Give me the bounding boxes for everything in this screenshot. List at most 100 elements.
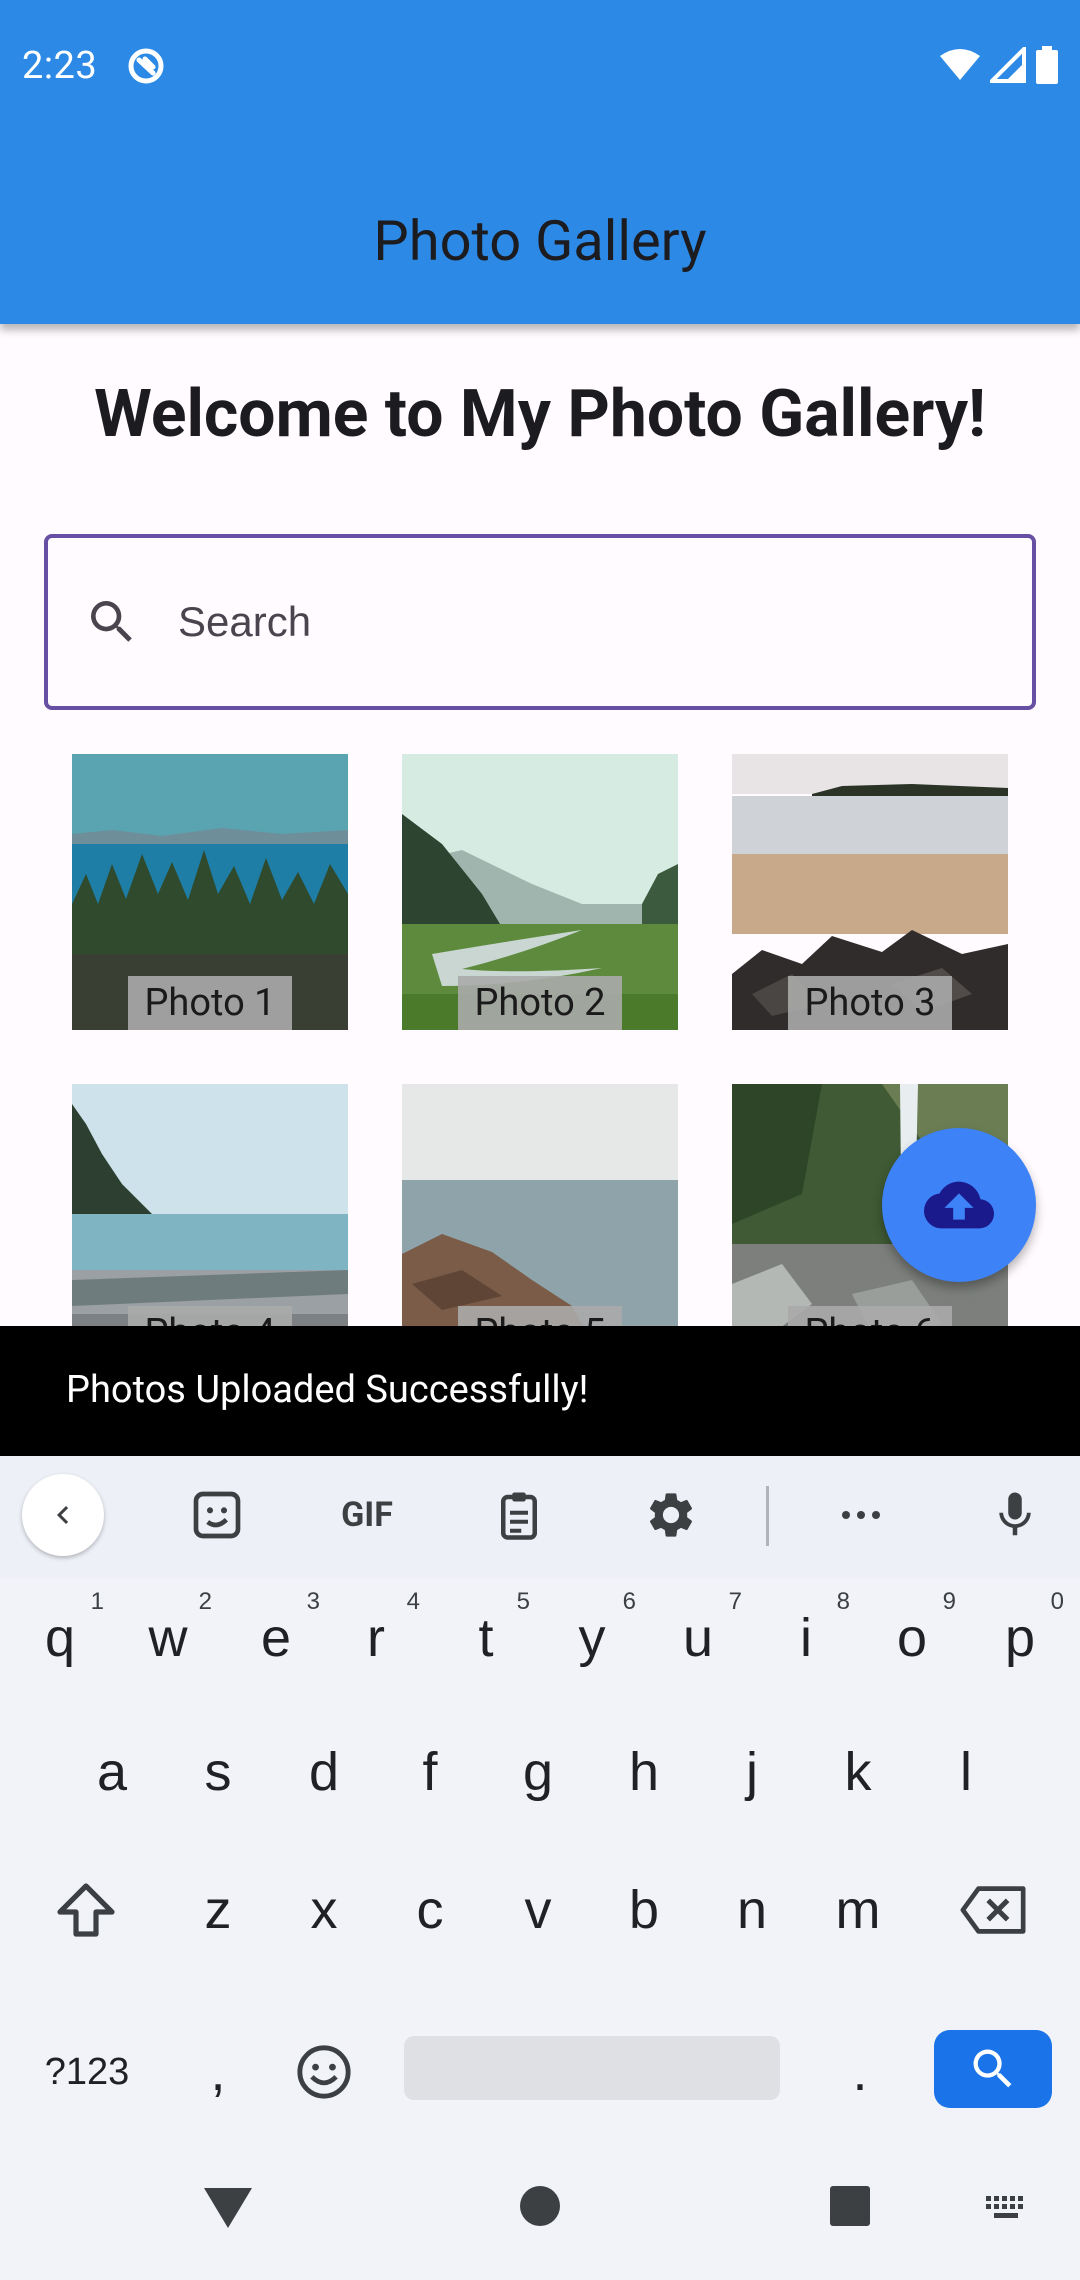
snackbar-message: Photos Uploaded Successfully! (66, 1368, 589, 1412)
photo-image (72, 1084, 348, 1326)
photo-tile[interactable]: Photo 3 (732, 754, 1008, 1030)
status-time: 2:23 (22, 44, 98, 88)
home-circle-icon (520, 2186, 560, 2226)
backspace-key[interactable] (936, 1850, 1052, 1970)
key-w[interactable]: w2 (114, 1578, 222, 1698)
key-l[interactable]: l (914, 1712, 1018, 1832)
key-c[interactable]: c (378, 1850, 482, 1970)
more-options-button[interactable] (828, 1482, 894, 1548)
photo-label: Photo 3 (788, 976, 952, 1030)
key-h[interactable]: h (592, 1712, 696, 1832)
key-b[interactable]: b (592, 1850, 696, 1970)
key-i[interactable]: i8 (752, 1578, 860, 1698)
key-hint: 9 (942, 1588, 956, 1615)
key-label: u (682, 1608, 714, 1668)
key-label: o (896, 1608, 928, 1668)
page-title: Photo Gallery (373, 208, 707, 274)
emoji-key[interactable] (272, 2012, 376, 2132)
chevron-left-icon (57, 1506, 69, 1524)
photo-tile[interactable]: Photo 5 (402, 1084, 678, 1326)
nav-home-button[interactable] (518, 2184, 562, 2228)
key-k[interactable]: k (806, 1712, 910, 1832)
key-hint: 5 (516, 1588, 530, 1615)
key-hint: 3 (306, 1588, 320, 1615)
photo-tile[interactable]: Photo 2 (402, 754, 678, 1030)
upload-fab[interactable] (882, 1128, 1036, 1282)
signal-icon (990, 47, 1026, 83)
keyboard-search-key[interactable] (934, 2030, 1052, 2108)
app-bar: 2:23 Photo Gallery (0, 0, 1080, 324)
key-label: y (578, 1608, 606, 1668)
system-nav-bar (0, 2138, 1080, 2280)
key-label: i (800, 1608, 812, 1668)
sticker-icon (193, 1491, 241, 1539)
photo-label: Photo 5 (458, 1306, 622, 1326)
key-u[interactable]: u7 (644, 1578, 752, 1698)
search-icon (91, 601, 132, 642)
key-p[interactable]: p0 (966, 1578, 1074, 1698)
photo-label: Photo 2 (458, 976, 622, 1030)
key-hint: 7 (728, 1588, 742, 1615)
welcome-heading: Welcome to My Photo Gallery! (94, 376, 986, 453)
comma-key[interactable]: , (166, 2012, 270, 2132)
gear-icon (649, 1493, 693, 1537)
key-hint: 0 (1050, 1588, 1064, 1615)
key-n[interactable]: n (700, 1850, 804, 1970)
wifi-icon (940, 49, 980, 80)
key-a[interactable]: a (60, 1712, 164, 1832)
toolbar-divider (766, 1486, 769, 1546)
photo-tile[interactable]: Photo 4 (72, 1084, 348, 1326)
more-horizontal-icon (842, 1511, 880, 1519)
key-q[interactable]: q1 (6, 1578, 114, 1698)
key-j[interactable]: j (700, 1712, 804, 1832)
key-label: e (260, 1608, 292, 1668)
key-s[interactable]: s (166, 1712, 270, 1832)
photo-label: Photo 4 (128, 1306, 292, 1326)
gif-label: GIF (341, 1495, 393, 1535)
key-f[interactable]: f (378, 1712, 482, 1832)
space-key[interactable] (404, 2036, 780, 2100)
nav-recents-button[interactable] (828, 2184, 872, 2228)
key-hint: 2 (198, 1588, 212, 1615)
emoji-icon (297, 2045, 351, 2099)
search-field[interactable] (44, 534, 1036, 710)
key-g[interactable]: g (486, 1712, 590, 1832)
key-label: p (1004, 1608, 1036, 1668)
clipboard-icon (501, 1492, 537, 1540)
symbols-key[interactable]: ?123 (22, 2012, 152, 2132)
key-x[interactable]: x (272, 1850, 376, 1970)
key-label: r (367, 1608, 385, 1668)
battery-icon (1036, 46, 1058, 84)
key-v[interactable]: v (486, 1850, 590, 1970)
photo-tile[interactable]: Photo 1 (72, 754, 348, 1030)
recents-square-icon (830, 2186, 870, 2226)
key-o[interactable]: o9 (858, 1578, 966, 1698)
app-notification-icon (128, 48, 164, 84)
key-m[interactable]: m (806, 1850, 910, 1970)
keyboard-settings-button[interactable] (638, 1482, 704, 1548)
key-t[interactable]: t5 (432, 1578, 540, 1698)
clipboard-button[interactable] (486, 1482, 552, 1548)
photo-image (402, 1084, 678, 1326)
gif-button[interactable]: GIF (334, 1482, 400, 1548)
key-e[interactable]: e3 (222, 1578, 330, 1698)
key-d[interactable]: d (272, 1712, 376, 1832)
snackbar: Photos Uploaded Successfully! (0, 1326, 1080, 1456)
keyboard-switch-button[interactable] (984, 2194, 1028, 2224)
key-label: q (44, 1608, 76, 1668)
keyboard-toolbar: GIF (0, 1456, 1080, 1578)
keyboard: q1 w2 e3 r4 t5 y6 u7 i8 o9 p0 a s d f g … (0, 1578, 1080, 2138)
search-input[interactable] (178, 590, 978, 654)
voice-input-button[interactable] (982, 1482, 1048, 1548)
key-hint: 4 (406, 1588, 420, 1615)
keyboard-collapse-button[interactable] (22, 1474, 104, 1556)
back-triangle-icon (204, 2188, 252, 2228)
shift-key[interactable] (28, 1850, 144, 1970)
key-y[interactable]: y6 (538, 1578, 646, 1698)
nav-back-button[interactable] (200, 2184, 256, 2230)
sticker-button[interactable] (184, 1482, 250, 1548)
key-r[interactable]: r4 (322, 1578, 430, 1698)
backspace-icon (960, 1886, 1026, 1934)
key-z[interactable]: z (166, 1850, 270, 1970)
period-key[interactable]: . (808, 2012, 912, 2132)
